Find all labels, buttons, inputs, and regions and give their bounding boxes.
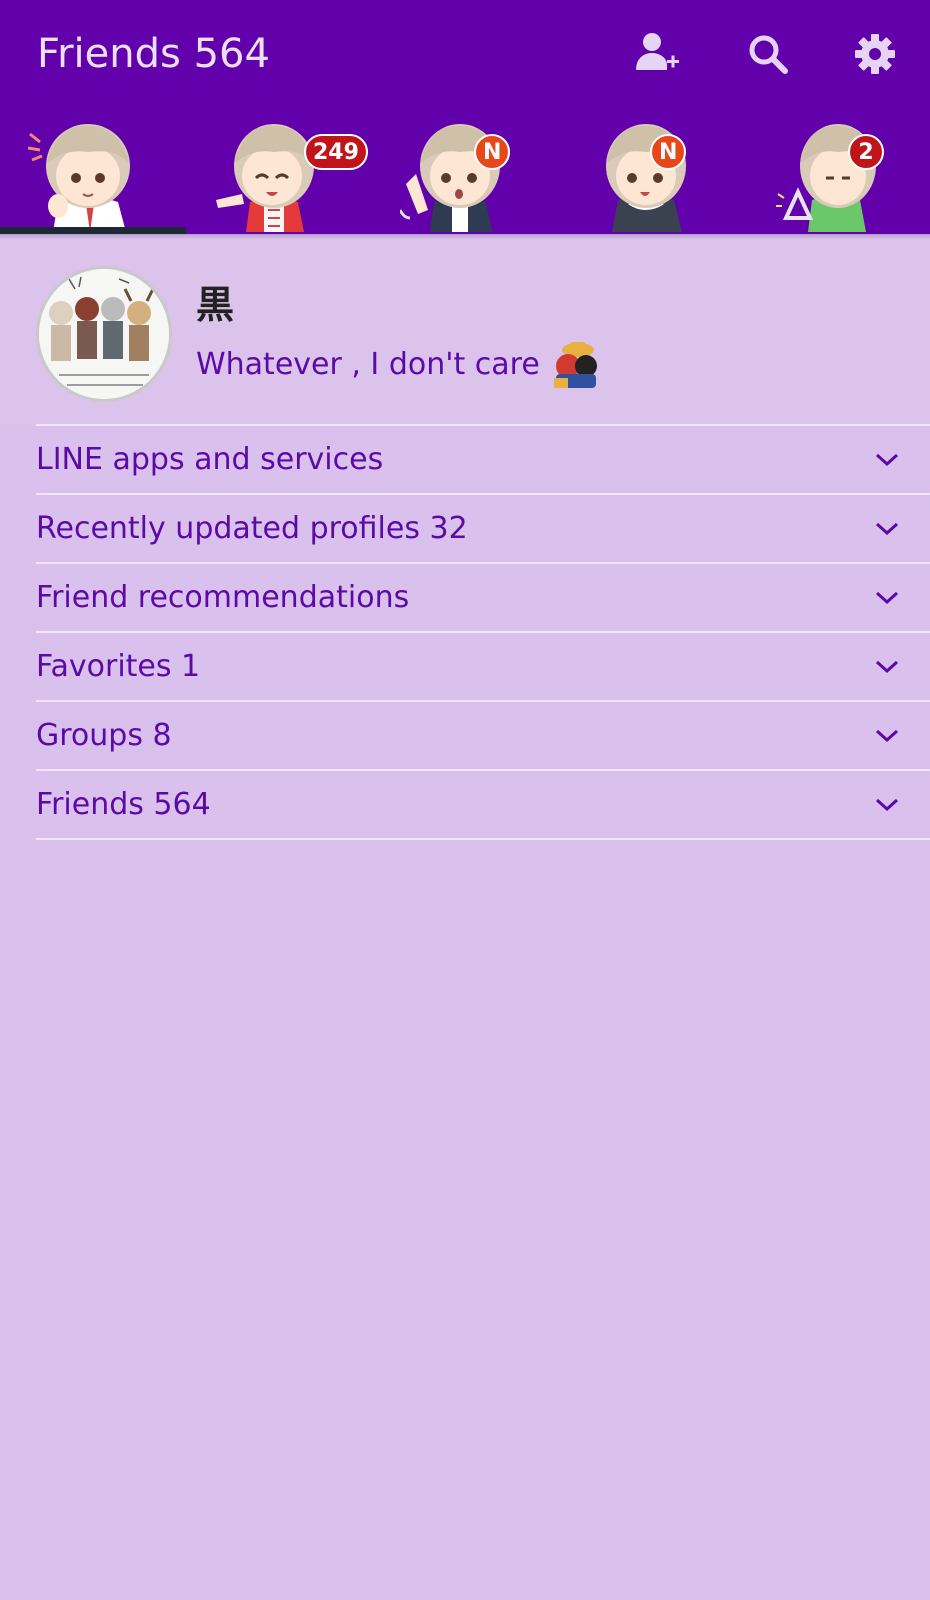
page-title: Friends 564 (37, 31, 270, 77)
tab-wallet[interactable]: 2 (744, 108, 930, 234)
unread-count-badge: 2 (848, 134, 884, 170)
search-icon[interactable] (744, 30, 792, 78)
status-message: Whatever , I don't care (196, 346, 540, 382)
tab-timeline[interactable]: N (372, 108, 558, 234)
status-message-row: Whatever , I don't care (196, 338, 604, 390)
tab-character-icon (776, 124, 876, 232)
section-label: Recently updated profiles 32 (36, 511, 468, 546)
tab-chats[interactable]: 249 (186, 108, 372, 234)
chevron-down-icon[interactable] (874, 727, 900, 745)
sticker-emoji-icon (553, 342, 597, 388)
profile-picture-art (39, 269, 169, 399)
profile-name: 黒 (196, 283, 235, 327)
section-label: Favorites 1 (36, 649, 201, 684)
friends-section-list: LINE apps and services Recently updated … (36, 424, 930, 840)
tab-friends[interactable] (0, 108, 186, 234)
tab-character-icon (606, 124, 686, 232)
chevron-down-icon[interactable] (874, 520, 900, 538)
unread-count-badge: 249 (304, 134, 368, 170)
tab-news[interactable]: N (558, 108, 744, 234)
tab-character-icon (216, 124, 314, 232)
settings-icon[interactable] (851, 30, 899, 78)
section-line-apps[interactable]: LINE apps and services (36, 424, 930, 493)
app-header: Friends 564 249 N N 2 (0, 0, 930, 234)
tab-bar: 249 N N 2 (0, 108, 930, 234)
tab-character-icon (400, 124, 500, 232)
section-friend-recommendations[interactable]: Friend recommendations (36, 562, 930, 631)
chevron-down-icon[interactable] (874, 796, 900, 814)
chevron-down-icon[interactable] (874, 589, 900, 607)
chevron-down-icon[interactable] (874, 658, 900, 676)
active-tab-indicator (0, 227, 186, 234)
tab-character-icon (28, 124, 130, 232)
my-profile[interactable]: 黒 Whatever , I don't care (0, 239, 930, 424)
chevron-down-icon[interactable] (874, 451, 900, 469)
avatar[interactable] (36, 266, 172, 402)
section-label: Friends 564 (36, 787, 211, 822)
section-recently-updated[interactable]: Recently updated profiles 32 (36, 493, 930, 562)
section-label: LINE apps and services (36, 442, 384, 477)
section-friends[interactable]: Friends 564 (36, 769, 930, 840)
section-label: Groups 8 (36, 718, 172, 753)
add-friend-icon[interactable] (634, 30, 682, 78)
section-groups[interactable]: Groups 8 (36, 700, 930, 769)
section-favorites[interactable]: Favorites 1 (36, 631, 930, 700)
section-label: Friend recommendations (36, 580, 410, 615)
